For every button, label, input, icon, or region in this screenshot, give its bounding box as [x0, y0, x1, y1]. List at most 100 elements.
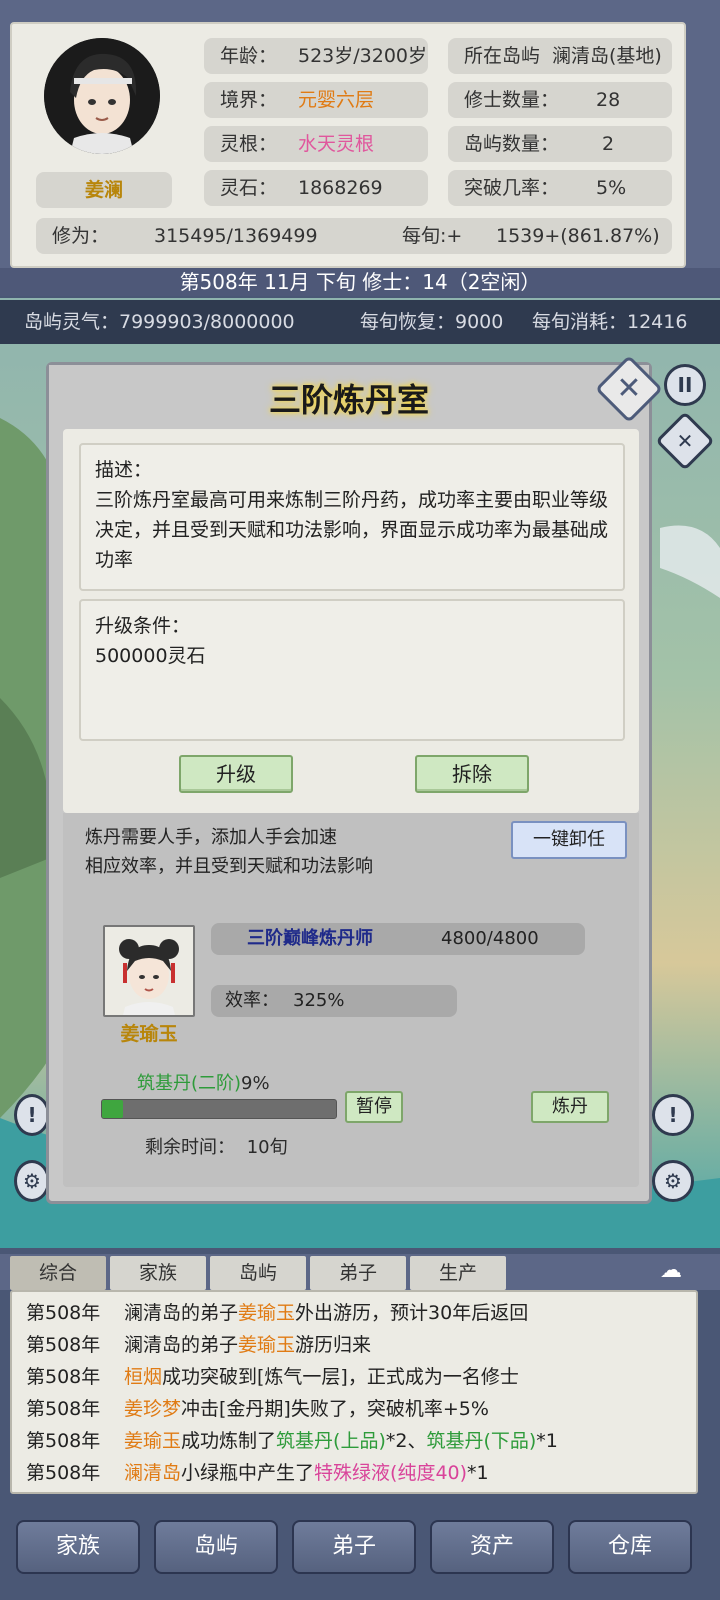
- left-side-icon-1[interactable]: !: [14, 1094, 50, 1136]
- event-log[interactable]: 第508年 澜清岛的弟子姜瑜玉外出游历，预计30年后返回 第508年 澜清岛的弟子姜瑜…: [10, 1290, 698, 1494]
- log-text: 澜清岛: [124, 1462, 182, 1484]
- tab-island[interactable]: 岛屿: [210, 1256, 306, 1290]
- realm-label: 境界：: [220, 89, 278, 111]
- island-qi-bar: 岛屿灵气：7999903/8000000 每旬恢复：9000 每旬消耗：1241…: [0, 300, 720, 344]
- qi-recovery: 每旬恢复：9000: [360, 311, 504, 333]
- tab-production[interactable]: 生产: [410, 1256, 506, 1290]
- root-row: 灵根： 水天灵根: [204, 126, 428, 162]
- cloud-icon[interactable]: ☁: [660, 1258, 682, 1283]
- dialog-info-area: 描述： 三阶炼丹室最高可用来炼制三阶丹药，成功率主要由职业等级决定，并且受到天赋…: [63, 429, 639, 813]
- log-text: 澜清岛的弟子: [124, 1302, 239, 1324]
- stone-value: 1868269: [298, 177, 383, 199]
- log-text: *2、: [385, 1430, 427, 1452]
- log-year: 第508年: [26, 1430, 101, 1452]
- log-text: 特殊绿液(纯度40): [314, 1462, 468, 1484]
- craft-button[interactable]: 炼丹: [531, 1091, 609, 1123]
- log-text: 小绿瓶中产生了: [181, 1462, 315, 1484]
- craft-progress-bar: [101, 1099, 337, 1119]
- pause-button[interactable]: 暂停: [345, 1091, 403, 1123]
- tab-disciples[interactable]: 弟子: [310, 1256, 406, 1290]
- islands-label: 岛屿数量：: [464, 133, 560, 155]
- log-text: 筑基丹(下品): [426, 1430, 537, 1452]
- realm-value: 元婴六层: [298, 89, 375, 111]
- log-text: 冲击[金丹期]失败了，突破机率+5%: [181, 1398, 489, 1420]
- island-row: 所在岛屿 澜清岛(基地): [448, 38, 672, 74]
- alert-icon[interactable]: !: [652, 1094, 694, 1136]
- worker-title: 三阶巅峰炼丹师: [247, 928, 373, 949]
- cultivators-row: 修士数量： 28: [448, 82, 672, 118]
- island-value: 澜清岛(基地): [552, 45, 662, 67]
- stone-row: 灵石： 1868269: [204, 170, 428, 206]
- nav-warehouse[interactable]: 仓库: [568, 1520, 692, 1574]
- tab-general[interactable]: 综合: [10, 1256, 106, 1290]
- player-avatar[interactable]: [44, 38, 160, 154]
- worker-area: 炼丹需要人手，添加人手会加速 相应效率，并且受到天赋和功法影响 一键卸任 姜瑜玉…: [63, 813, 639, 1187]
- unassign-all-button[interactable]: 一键卸任: [511, 821, 627, 859]
- log-year: 第508年: [26, 1366, 101, 1388]
- description-box: 描述： 三阶炼丹室最高可用来炼制三阶丹药，成功率主要由职业等级决定，并且受到天赋…: [79, 443, 625, 591]
- upgrade-button[interactable]: 升级: [179, 755, 293, 793]
- islands-value: 2: [602, 133, 615, 155]
- stone-label: 灵石：: [220, 177, 278, 199]
- nav-assets[interactable]: 资产: [430, 1520, 554, 1574]
- log-year: 第508年: [26, 1334, 101, 1356]
- craft-percent: 9%: [241, 1073, 270, 1094]
- log-text: 姜瑜玉: [124, 1430, 182, 1452]
- nav-island[interactable]: 岛屿: [154, 1520, 278, 1574]
- breakthrough-row: 突破几率： 5%: [448, 170, 672, 206]
- qi-consumption: 每旬消耗：12416: [532, 311, 688, 333]
- cultivators-label: 修士数量：: [464, 89, 560, 111]
- log-text: *1: [467, 1462, 489, 1484]
- left-side-icon-2[interactable]: ⚙: [14, 1160, 50, 1202]
- island-qi: 岛屿灵气：7999903/8000000: [24, 311, 295, 333]
- efficiency-value: 325%: [293, 990, 345, 1011]
- log-year: 第508年: [26, 1398, 101, 1420]
- work-note-line-1: 炼丹需要人手，添加人手会加速: [85, 827, 337, 848]
- island-label: 所在岛屿: [464, 45, 541, 67]
- nav-disciples[interactable]: 弟子: [292, 1520, 416, 1574]
- pause-game-icon[interactable]: II: [664, 364, 706, 406]
- log-year: 第508年: [26, 1462, 101, 1484]
- log-text: 澜清岛的弟子: [124, 1334, 239, 1356]
- worker-avatar[interactable]: [103, 925, 195, 1017]
- work-note: 炼丹需要人手，添加人手会加速 相应效率，并且受到天赋和功法影响: [85, 823, 373, 881]
- log-text: 桓烟: [124, 1366, 163, 1388]
- log-text: 姜珍梦: [124, 1398, 182, 1420]
- date-status-bar: 第508年 11月 下旬 修士：14（2空闲）: [0, 268, 720, 296]
- log-text: 姜瑜玉: [238, 1302, 296, 1324]
- demolish-button[interactable]: 拆除: [415, 755, 529, 793]
- log-text: 游历归来: [295, 1334, 372, 1356]
- cultivation-row: 修为： 315495/1369499 每旬:+ 1539+(861.87%): [36, 218, 672, 254]
- worker-name: 姜瑜玉: [120, 1023, 178, 1045]
- cultivation-label: 修为：: [52, 225, 110, 247]
- description-text: 三阶炼丹室最高可用来炼制三阶丹药，成功率主要由职业等级决定，并且受到天赋和功法影…: [95, 489, 609, 571]
- upgrade-cost: 500000灵石: [95, 645, 206, 667]
- efficiency-label: 效率：: [225, 990, 279, 1011]
- age-value: 523岁/3200岁: [298, 45, 428, 67]
- remaining-label: 剩余时间：: [145, 1137, 235, 1158]
- tab-family[interactable]: 家族: [110, 1256, 206, 1290]
- log-entry: 第508年 姜珍梦冲击[金丹期]失败了，突破机率+5%: [26, 1394, 489, 1421]
- bottom-nav: 家族 岛屿 弟子 资产 仓库: [0, 1500, 720, 1600]
- log-text: 成功突破到[炼气一层]，正式成为一名修士: [162, 1366, 519, 1388]
- worker-title-pill: 三阶巅峰炼丹师 4800/4800: [211, 923, 585, 955]
- root-value: 水天灵根: [298, 133, 375, 155]
- per-period-value: 1539+(861.87%): [496, 225, 660, 247]
- log-text: 筑基丹(上品): [276, 1430, 386, 1452]
- nav-family[interactable]: 家族: [16, 1520, 140, 1574]
- craft-item: 筑基丹(二阶): [137, 1073, 242, 1094]
- close-icon: ✕: [616, 371, 642, 406]
- character-panel: 姜澜 年龄： 523岁/3200岁 境界： 元婴六层 灵根： 水天灵根 灵石： 1868…: [10, 22, 686, 268]
- log-year: 第508年: [26, 1302, 101, 1324]
- log-entry: 第508年 姜瑜玉成功炼制了筑基丹(上品)*2、筑基丹(下品)*1: [26, 1426, 558, 1453]
- root-label: 灵根：: [220, 133, 278, 155]
- log-entry: 第508年 澜清岛的弟子姜瑜玉游历归来: [26, 1330, 371, 1357]
- remaining-time: 剩余时间： 10旬: [145, 1133, 288, 1159]
- description-label: 描述：: [95, 459, 153, 481]
- log-entry: 第508年 澜清岛的弟子姜瑜玉外出游历，预计30年后返回: [26, 1298, 528, 1325]
- log-tabs: 综合 家族 岛屿 弟子 生产 ☁: [0, 1254, 720, 1290]
- age-row: 年龄： 523岁/3200岁: [204, 38, 428, 74]
- log-text: *1: [536, 1430, 558, 1452]
- player-name: 姜澜: [36, 172, 172, 208]
- gear-icon[interactable]: ⚙: [652, 1160, 694, 1202]
